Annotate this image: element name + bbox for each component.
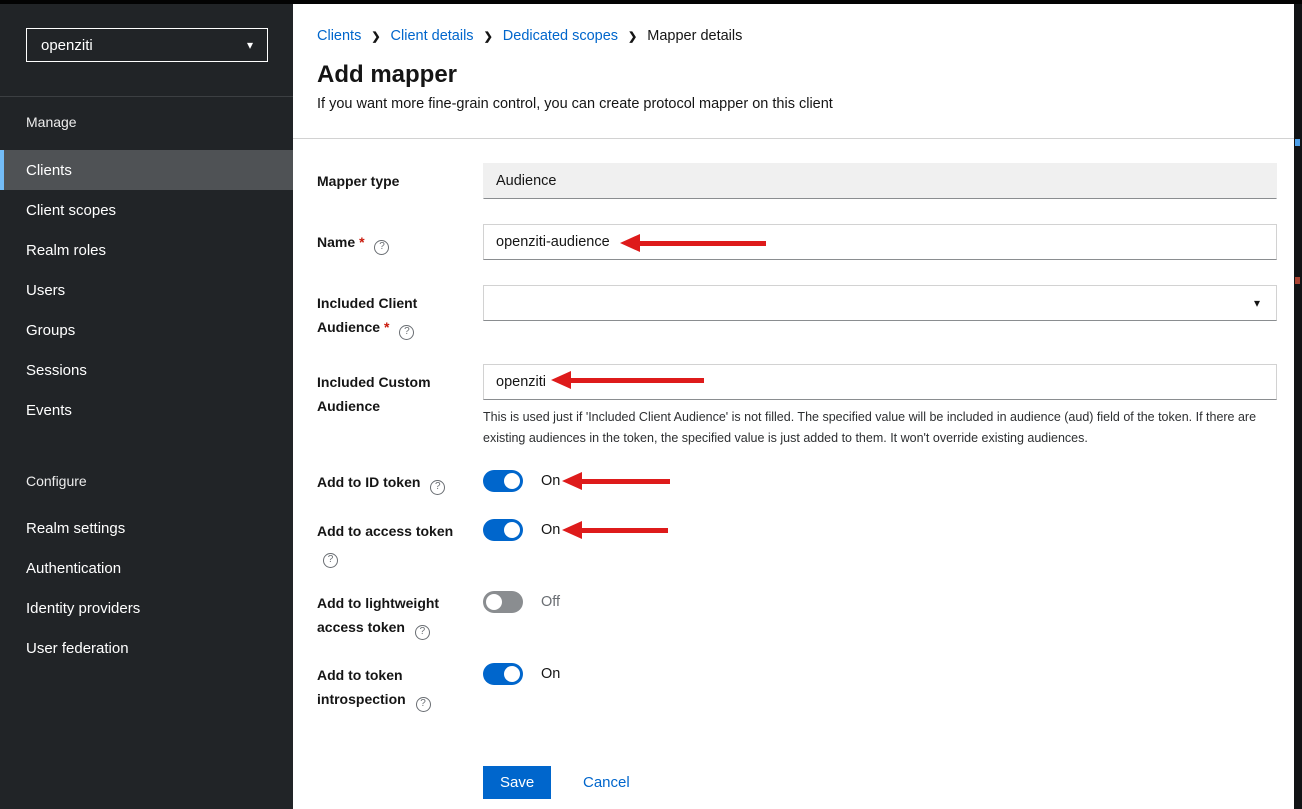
- sidebar-item-user-federation[interactable]: User federation: [0, 628, 293, 668]
- nav-list-configure: Realm settings Authentication Identity p…: [0, 508, 293, 668]
- help-icon[interactable]: ?: [415, 625, 430, 640]
- add-to-lightweight-access-token-toggle[interactable]: [483, 591, 523, 613]
- sidebar-item-users[interactable]: Users: [0, 270, 293, 310]
- included-custom-audience-label: Included Custom Audience: [317, 364, 483, 418]
- arrow-head-icon: [562, 521, 582, 539]
- sidebar-item-groups[interactable]: Groups: [0, 310, 293, 350]
- name-row: Name* ?: [317, 224, 1277, 260]
- toggle-knob: [504, 473, 520, 489]
- mapper-type-label: Mapper type: [317, 163, 483, 199]
- breadcrumb-client-details[interactable]: Client details: [391, 28, 474, 44]
- add-to-token-introspection-state: On: [541, 663, 560, 711]
- arrow-head-icon: [620, 234, 640, 252]
- add-to-access-token-label: Add to access token ?: [317, 519, 483, 567]
- breadcrumb: Clients ❯ Client details ❯ Dedicated sco…: [317, 28, 742, 44]
- add-to-access-token-state: On: [541, 519, 560, 567]
- sidebar-item-events[interactable]: Events: [0, 390, 293, 430]
- chevron-right-icon: ❯: [371, 29, 380, 43]
- help-icon[interactable]: ?: [323, 553, 338, 568]
- sidebar-divider: [0, 96, 293, 97]
- caret-down-icon: ▾: [247, 38, 253, 52]
- chevron-right-icon: ❯: [628, 29, 637, 43]
- add-to-lightweight-access-token-row: Add to lightweight access token ? Off: [317, 591, 1277, 639]
- add-to-id-token-row: Add to ID token ? On: [317, 470, 1277, 494]
- sidebar-item-client-scopes[interactable]: Client scopes: [0, 190, 293, 230]
- sidebar-item-identity-providers[interactable]: Identity providers: [0, 588, 293, 628]
- breadcrumb-clients[interactable]: Clients: [317, 28, 361, 44]
- sidebar-item-clients[interactable]: Clients: [0, 150, 293, 190]
- required-asterisk: *: [359, 234, 364, 250]
- mapper-type-row: Mapper type: [317, 163, 1277, 199]
- included-client-audience-row: Included Client Audience* ? ▾: [317, 285, 1277, 339]
- help-icon[interactable]: ?: [374, 240, 389, 255]
- add-to-id-token-toggle[interactable]: [483, 470, 523, 492]
- required-asterisk: *: [384, 319, 389, 335]
- arrow-head-icon: [551, 371, 571, 389]
- add-to-lightweight-access-token-label: Add to lightweight access token ?: [317, 591, 483, 639]
- sidebar-item-realm-roles[interactable]: Realm roles: [0, 230, 293, 270]
- sidebar: openziti ▾ Manage Clients Client scopes …: [0, 4, 293, 809]
- realm-selector-label: openziti: [41, 37, 93, 54]
- help-icon[interactable]: ?: [430, 480, 445, 495]
- add-to-token-introspection-toggle[interactable]: [483, 663, 523, 685]
- nav-list-manage: Clients Client scopes Realm roles Users …: [0, 150, 293, 430]
- name-label: Name* ?: [317, 224, 483, 260]
- add-to-id-token-label: Add to ID token ?: [317, 470, 483, 494]
- included-client-audience-select[interactable]: ▾: [483, 285, 1277, 321]
- add-to-token-introspection-row: Add to token introspection ? On: [317, 663, 1277, 711]
- toggle-knob: [486, 594, 502, 610]
- add-to-id-token-state: On: [541, 470, 560, 494]
- scrollbar-mark-blue: [1295, 139, 1300, 146]
- add-to-access-token-toggle[interactable]: [483, 519, 523, 541]
- toggle-knob: [504, 522, 520, 538]
- scrollbar[interactable]: [1294, 0, 1302, 809]
- top-black-bar: [0, 0, 1302, 4]
- chevron-right-icon: ❯: [484, 29, 493, 43]
- sidebar-item-sessions[interactable]: Sessions: [0, 350, 293, 390]
- breadcrumb-dedicated-scopes[interactable]: Dedicated scopes: [503, 28, 618, 44]
- nav-section-manage: Manage: [26, 114, 77, 130]
- help-icon[interactable]: ?: [416, 697, 431, 712]
- nav-section-configure: Configure: [26, 473, 87, 489]
- name-input[interactable]: [483, 224, 1277, 260]
- sidebar-item-realm-settings[interactable]: Realm settings: [0, 508, 293, 548]
- page-subtitle: If you want more fine-grain control, you…: [317, 96, 833, 112]
- realm-selector[interactable]: openziti ▾: [26, 28, 268, 62]
- help-icon[interactable]: ?: [399, 325, 414, 340]
- header-divider: [293, 138, 1302, 139]
- included-custom-audience-help: This is used just if 'Included Client Au…: [483, 407, 1277, 449]
- toggle-knob: [504, 666, 520, 682]
- included-client-audience-label: Included Client Audience* ?: [317, 285, 483, 339]
- add-to-token-introspection-label: Add to token introspection ?: [317, 663, 483, 711]
- main-content: Clients ❯ Client details ❯ Dedicated sco…: [293, 4, 1302, 809]
- add-to-lightweight-access-token-state: Off: [541, 591, 560, 639]
- caret-down-icon: ▾: [1254, 296, 1260, 310]
- sidebar-item-authentication[interactable]: Authentication: [0, 548, 293, 588]
- page-title: Add mapper: [317, 61, 457, 89]
- cancel-button[interactable]: Cancel: [583, 766, 630, 799]
- save-button[interactable]: Save: [483, 766, 551, 799]
- mapper-type-input: [483, 163, 1277, 199]
- add-to-access-token-row: Add to access token ? On: [317, 519, 1277, 567]
- scrollbar-mark-red: [1295, 277, 1300, 284]
- breadcrumb-mapper-details: Mapper details: [647, 28, 742, 44]
- arrow-head-icon: [562, 472, 582, 490]
